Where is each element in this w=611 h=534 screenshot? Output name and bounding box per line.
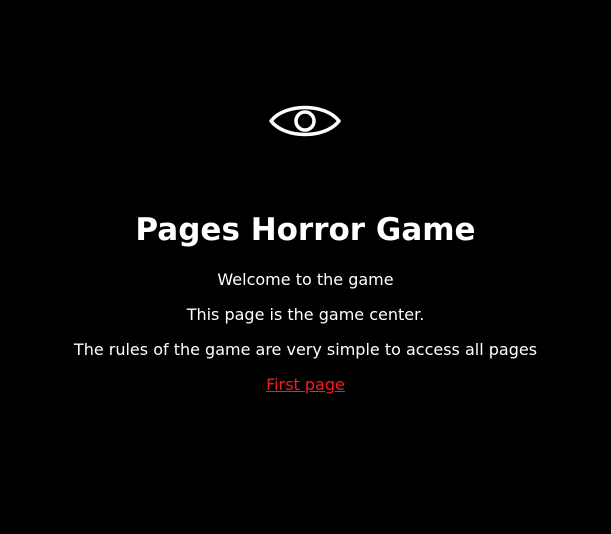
eye-icon: [269, 99, 341, 143]
rules-text: The rules of the game are very simple to…: [73, 340, 538, 359]
page-title: Pages Horror Game: [135, 212, 476, 248]
game-center-text: This page is the game center.: [186, 305, 425, 324]
first-page-line: First page: [0, 375, 611, 395]
welcome-text: Welcome to the game: [217, 270, 394, 289]
game-center-page: Pages Horror Game Welcome to the game Th…: [0, 0, 611, 534]
first-page-link[interactable]: First page: [266, 375, 345, 394]
